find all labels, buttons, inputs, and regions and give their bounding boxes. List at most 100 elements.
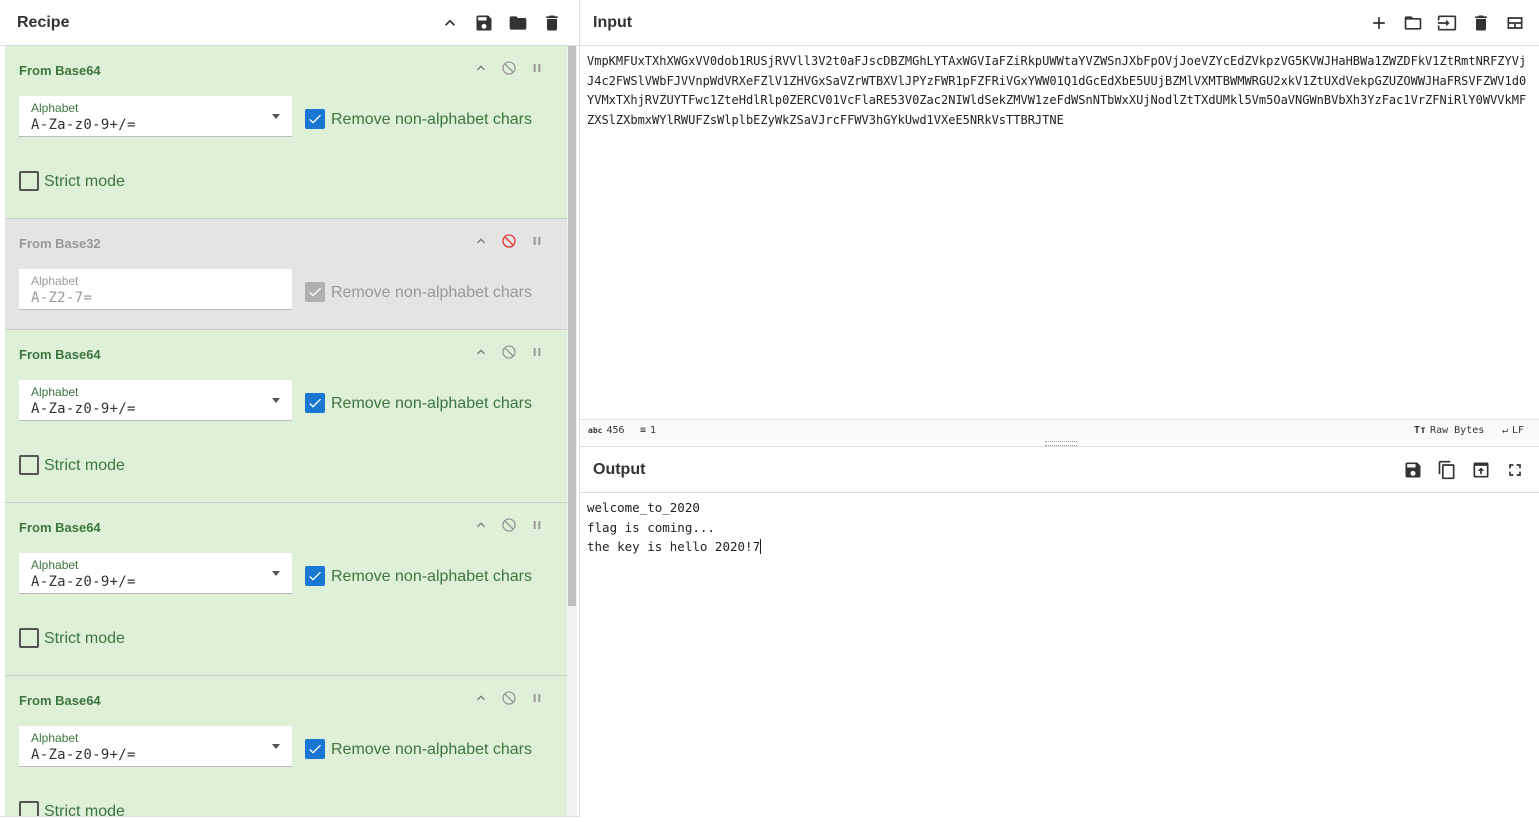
text-cursor <box>760 539 762 554</box>
remove-non-alphabet-checkbox[interactable] <box>305 739 325 759</box>
char-count-value: 456 <box>606 425 625 436</box>
save-icon[interactable] <box>467 0 501 46</box>
char-count: abc 456 <box>588 425 625 436</box>
remove-non-alphabet-checkbox[interactable] <box>305 393 325 413</box>
line-count: ≡ 1 <box>640 425 656 436</box>
input-title: Input <box>593 14 633 31</box>
recipe-scrollbar[interactable] <box>567 46 577 816</box>
alphabet-value: A-Z2-7= <box>31 290 93 306</box>
copy-icon[interactable] <box>1430 447 1464 493</box>
recipe-title: Recipe <box>17 14 70 31</box>
recipe-header: Recipe <box>0 0 579 46</box>
save-icon[interactable] <box>1396 447 1430 493</box>
encoding-selector[interactable]: Tт Raw Bytes <box>1414 425 1484 436</box>
eol-selector[interactable]: ↵ LF <box>1502 425 1524 436</box>
remove-non-alphabet-label: Remove non-alphabet chars <box>331 284 533 301</box>
remove-non-alphabet-label: Remove non-alphabet chars <box>331 568 533 585</box>
output-textarea[interactable]: welcome_to_2020 flag is coming... the ke… <box>587 498 762 557</box>
trash-icon[interactable] <box>535 0 569 46</box>
import-icon[interactable] <box>1430 0 1464 46</box>
disable-icon[interactable] <box>498 515 520 535</box>
strict-mode-checkbox[interactable] <box>19 801 39 816</box>
alphabet-value: A-Za-z0-9+/= <box>31 117 136 133</box>
recipe-pane: Recipe From Base64 Alphabet A-Za-z0-9+/=… <box>0 0 580 822</box>
pause-icon[interactable] <box>526 515 548 535</box>
trash-icon[interactable] <box>1464 0 1498 46</box>
alphabet-label: Alphabet <box>31 385 79 399</box>
abc-icon: abc <box>588 426 603 435</box>
chevron-up-icon[interactable] <box>470 58 492 78</box>
caret-down-icon <box>272 744 280 749</box>
strict-mode-label: Strict mode <box>44 457 125 474</box>
cyberchef-app: Recipe From Base64 Alphabet A-Za-z0-9+/=… <box>0 0 1539 822</box>
alphabet-label: Alphabet <box>31 731 79 745</box>
replace-input-icon[interactable] <box>1464 447 1498 493</box>
disable-icon[interactable] <box>498 342 520 362</box>
alphabet-dropdown[interactable]: Alphabet A-Za-z0-9+/= <box>19 380 292 421</box>
scrollbar-thumb[interactable] <box>568 46 576 606</box>
chevron-up-icon[interactable] <box>470 688 492 708</box>
output-pane: Output welcome_to_2020 flag is coming...… <box>580 446 1539 822</box>
chevron-up-icon[interactable] <box>433 0 467 46</box>
folder-icon[interactable] <box>501 0 535 46</box>
remove-non-alphabet-checkbox[interactable] <box>305 282 325 302</box>
chevron-up-icon[interactable] <box>470 342 492 362</box>
output-title: Output <box>593 461 646 478</box>
output-text: welcome_to_2020 flag is coming... the ke… <box>587 500 761 554</box>
pause-icon[interactable] <box>526 231 548 251</box>
return-icon: ↵ <box>1502 425 1509 436</box>
input-pane: Input VmpKMFUxTXhXWGxVV0dob1RUSjRVVll3V2… <box>580 0 1539 441</box>
pause-icon[interactable] <box>526 58 548 78</box>
disable-icon[interactable] <box>498 58 520 78</box>
folder-icon[interactable] <box>1396 0 1430 46</box>
layout-icon[interactable] <box>1498 0 1532 46</box>
remove-non-alphabet-checkbox[interactable] <box>305 109 325 129</box>
alphabet-dropdown[interactable]: Alphabet A-Za-z0-9+/= <box>19 96 292 137</box>
disable-icon[interactable] <box>498 231 520 251</box>
pause-icon[interactable] <box>526 342 548 362</box>
operation-from-base64-1[interactable]: From Base64 Alphabet A-Za-z0-9+/= Remove… <box>5 46 567 219</box>
plus-icon[interactable] <box>1362 0 1396 46</box>
operation-title: From Base64 <box>19 63 101 78</box>
operation-from-base64-4[interactable]: From Base64 Alphabet A-Za-z0-9+/= Remove… <box>5 676 567 816</box>
chevron-up-icon[interactable] <box>470 515 492 535</box>
operation-title: From Base64 <box>19 693 101 708</box>
alphabet-dropdown[interactable]: Alphabet A-Za-z0-9+/= <box>19 553 292 594</box>
input-status-bar: abc 456 ≡ 1 Tт Raw Bytes ↵ LF <box>580 419 1539 441</box>
alphabet-label: Alphabet <box>31 274 79 288</box>
maximize-icon[interactable] <box>1498 447 1532 493</box>
pause-icon[interactable] <box>526 688 548 708</box>
encoding-value: Raw Bytes <box>1430 425 1485 436</box>
strict-mode-checkbox[interactable] <box>19 171 39 191</box>
strict-mode-checkbox[interactable] <box>19 455 39 475</box>
alphabet-input[interactable]: Alphabet A-Z2-7= <box>19 269 292 310</box>
operation-from-base64-3[interactable]: From Base64 Alphabet A-Za-z0-9+/= Remove… <box>5 503 567 676</box>
remove-non-alphabet-label: Remove non-alphabet chars <box>331 111 533 128</box>
line-count-value: 1 <box>650 425 657 436</box>
strict-mode-label: Strict mode <box>44 803 125 816</box>
operation-title: From Base64 <box>19 520 101 535</box>
remove-non-alphabet-checkbox[interactable] <box>305 566 325 586</box>
operation-from-base32[interactable]: From Base32 Alphabet A-Z2-7= Remove non-… <box>5 219 567 330</box>
strict-mode-label: Strict mode <box>44 173 125 190</box>
chevron-up-icon[interactable] <box>470 231 492 251</box>
eol-value: LF <box>1512 425 1525 436</box>
lines-icon: ≡ <box>640 425 647 436</box>
caret-down-icon <box>272 571 280 576</box>
operation-title: From Base32 <box>19 236 101 251</box>
strict-mode-checkbox[interactable] <box>19 628 39 648</box>
remove-non-alphabet-label: Remove non-alphabet chars <box>331 741 533 758</box>
alphabet-value: A-Za-z0-9+/= <box>31 747 136 763</box>
input-header: Input <box>580 0 1539 46</box>
input-textarea[interactable]: VmpKMFUxTXhXWGxVV0dob1RUSjRVVll3V2t0aFJs… <box>587 52 1533 130</box>
alphabet-dropdown[interactable]: Alphabet A-Za-z0-9+/= <box>19 726 292 767</box>
output-header: Output <box>580 447 1539 493</box>
text-format-icon: Tт <box>1414 425 1427 436</box>
operation-from-base64-2[interactable]: From Base64 Alphabet A-Za-z0-9+/= Remove… <box>5 330 567 503</box>
operation-title: From Base64 <box>19 347 101 362</box>
disable-icon[interactable] <box>498 688 520 708</box>
alphabet-label: Alphabet <box>31 101 79 115</box>
recipe-footer <box>0 816 580 822</box>
strict-mode-label: Strict mode <box>44 630 125 647</box>
caret-down-icon <box>272 398 280 403</box>
